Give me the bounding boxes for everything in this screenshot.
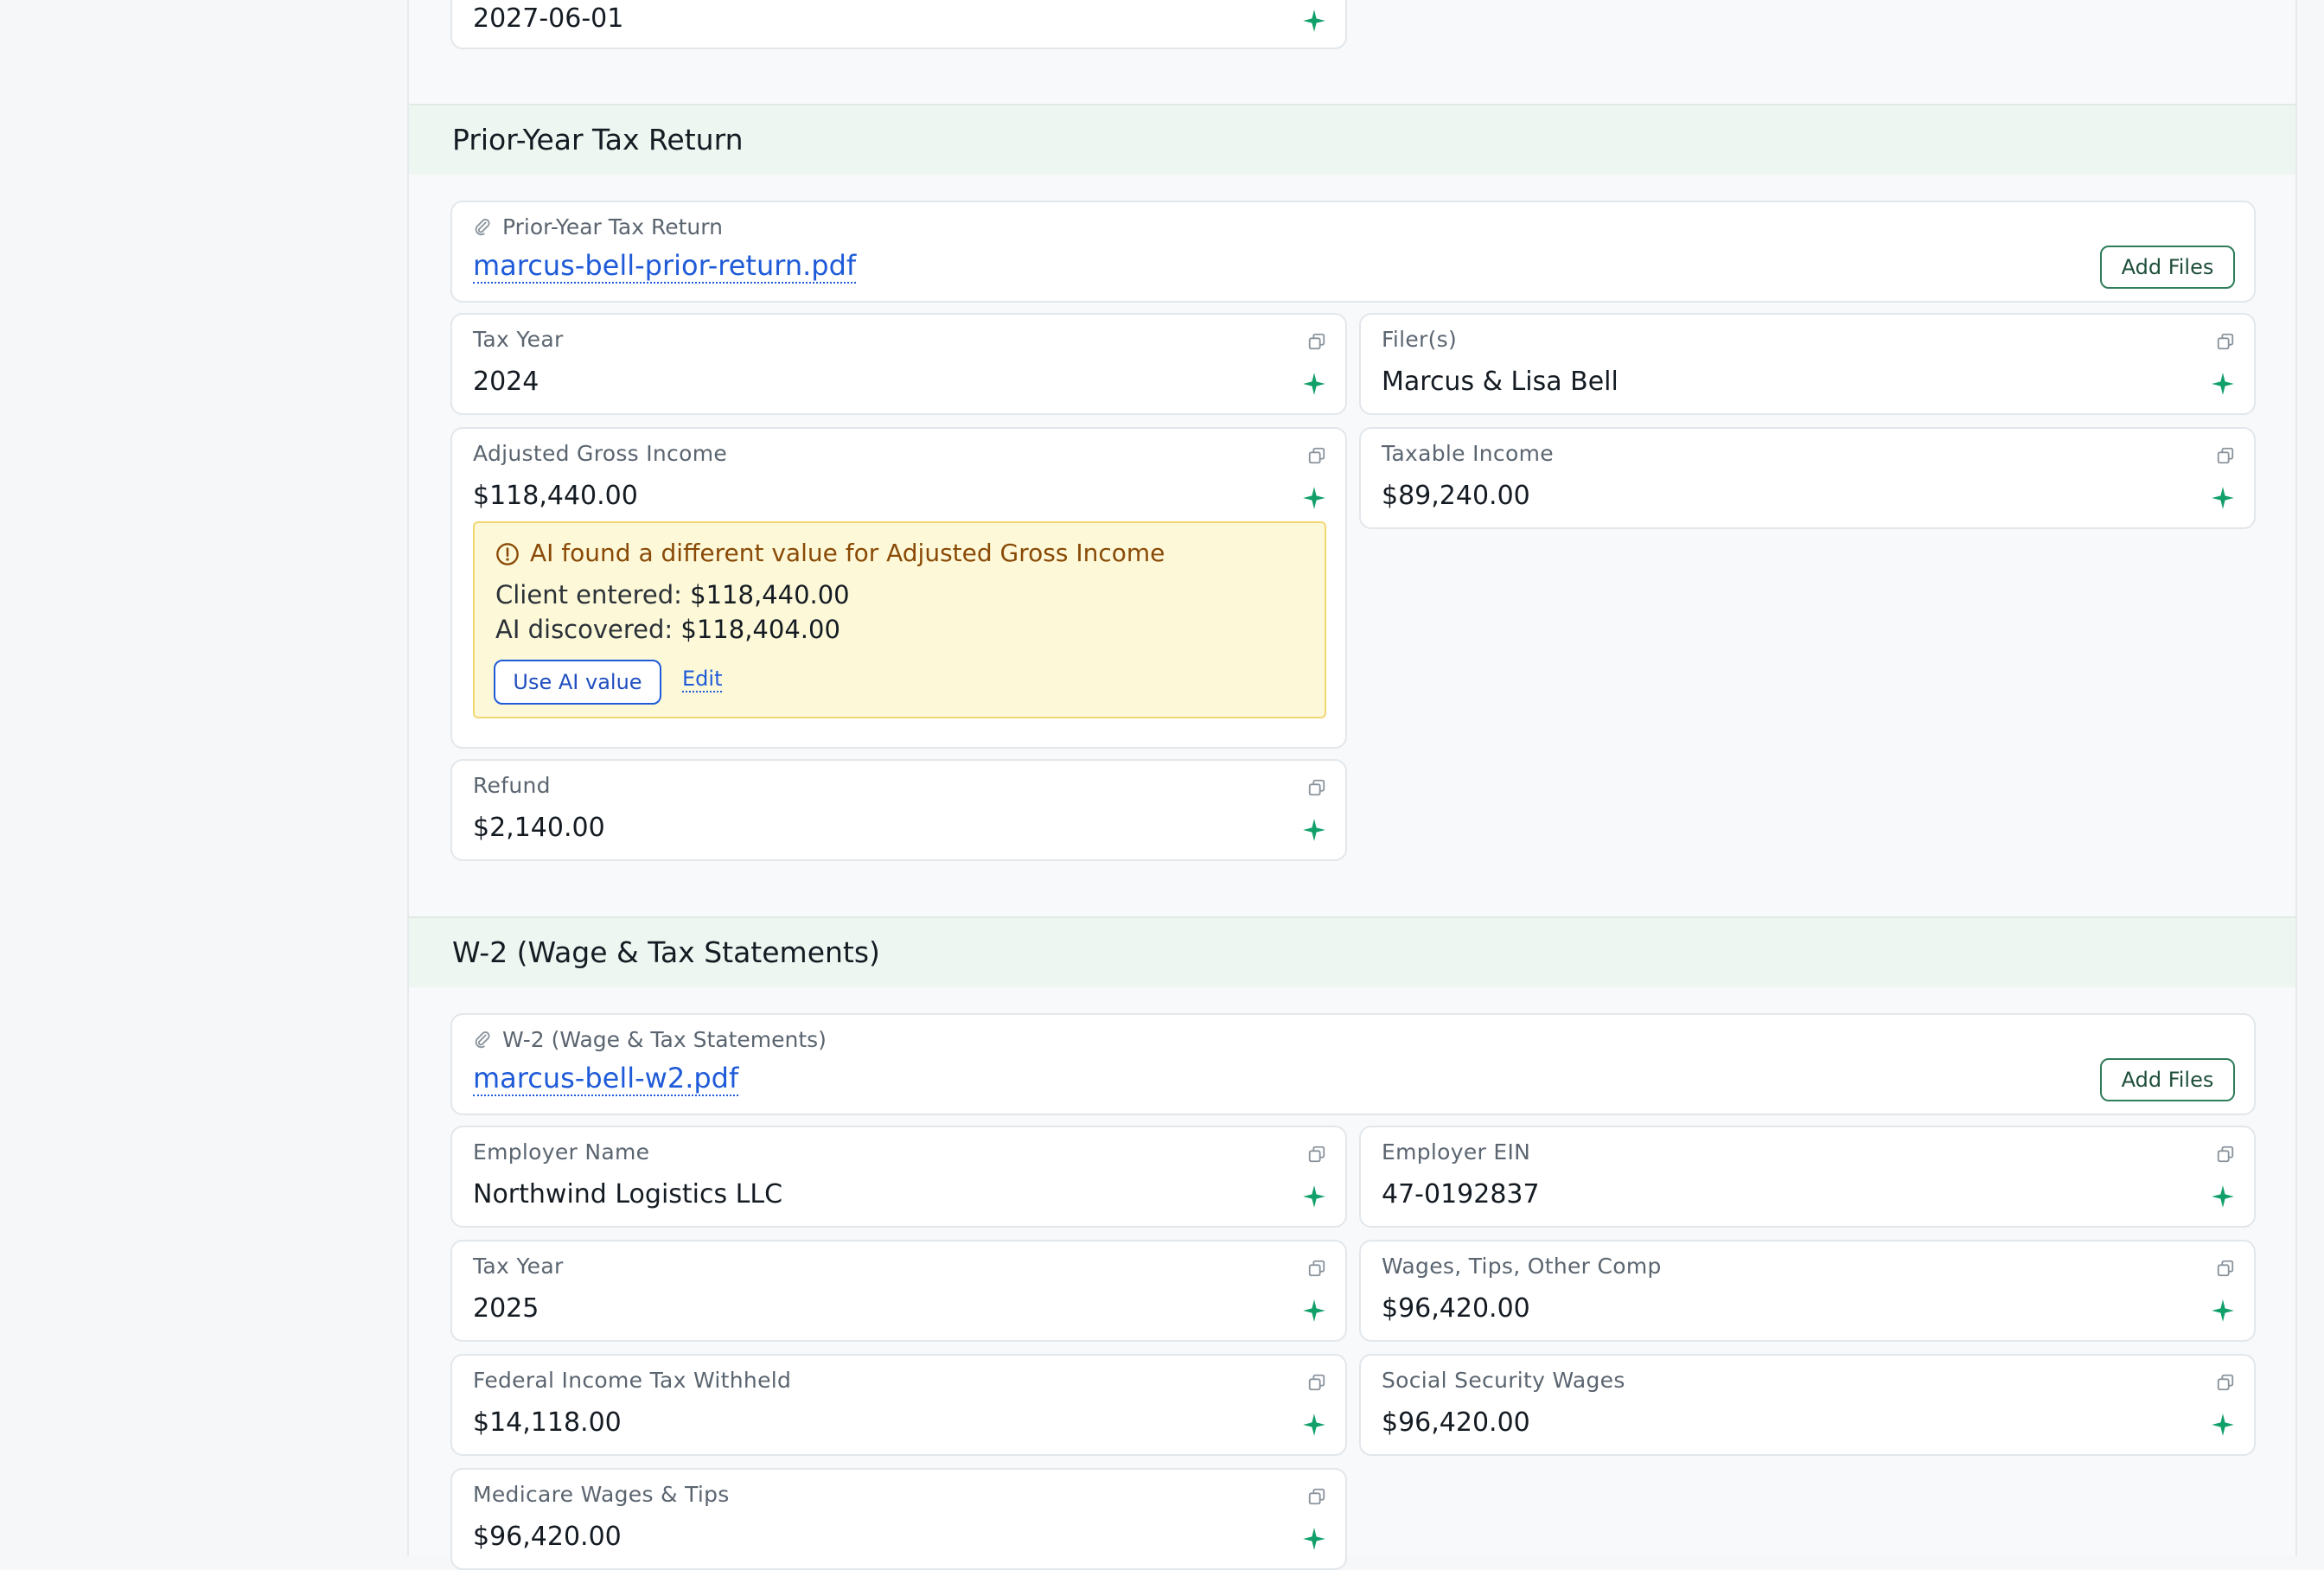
file-link[interactable]: marcus-bell-prior-return.pdf — [473, 249, 857, 284]
file-link[interactable]: marcus-bell-w2.pdf — [473, 1062, 739, 1096]
field-value[interactable]: $89,240.00 — [1382, 481, 1530, 511]
add-files-button[interactable]: Add Files — [2100, 246, 2235, 289]
ai-discovered-label: AI discovered: — [495, 615, 674, 644]
field-card-taxable-income: Taxable Income $89,240.00 — [1359, 427, 2256, 529]
copy-icon[interactable] — [1307, 446, 1326, 465]
sparkle-icon[interactable] — [1302, 486, 1326, 510]
copy-icon[interactable] — [2216, 446, 2235, 465]
field-value[interactable]: $2,140.00 — [473, 813, 605, 843]
copy-icon[interactable] — [2216, 332, 2235, 351]
field-card-agi: Adjusted Gross Income $118,440.00 AI fou… — [450, 427, 1347, 749]
field-value[interactable]: 2024 — [473, 367, 539, 397]
copy-icon[interactable] — [1307, 778, 1326, 797]
field-value[interactable]: $96,420.00 — [1382, 1407, 1530, 1438]
field-label: Adjusted Gross Income — [473, 441, 728, 466]
copy-icon[interactable] — [2216, 1145, 2235, 1164]
section-header-prior-year: Prior-Year Tax Return — [409, 104, 2295, 175]
file-upload-label: Prior-Year Tax Return — [502, 214, 723, 239]
sparkle-icon[interactable] — [2211, 486, 2235, 510]
field-card-medicare-wages: Medicare Wages & Tips $96,420.00 — [450, 1468, 1347, 1570]
section-header-w2: W-2 (Wage & Tax Statements) — [409, 916, 2295, 987]
field-label: Medicare Wages & Tips — [473, 1482, 730, 1507]
sparkle-icon[interactable] — [2211, 1413, 2235, 1437]
field-label: Employer Name — [473, 1139, 650, 1165]
paperclip-icon — [475, 1031, 490, 1049]
ai-discovered-line: AI discovered: $118,404.00 — [495, 615, 840, 644]
field-value[interactable]: $96,420.00 — [1382, 1293, 1530, 1324]
copy-icon[interactable] — [2216, 1373, 2235, 1392]
ai-discrepancy-alert: AI found a different value for Adjusted … — [473, 521, 1326, 718]
alert-title: AI found a different value for Adjusted … — [530, 539, 1165, 567]
field-value[interactable]: $96,420.00 — [473, 1522, 622, 1552]
left-sidebar-area — [0, 0, 409, 1556]
field-label: Refund — [473, 773, 551, 798]
field-value[interactable]: 2027-06-01 — [473, 3, 623, 34]
add-files-button[interactable]: Add Files — [2100, 1058, 2235, 1101]
sparkle-icon[interactable] — [1302, 818, 1326, 842]
field-label: Social Security Wages — [1382, 1368, 1625, 1393]
copy-icon[interactable] — [2216, 1259, 2235, 1278]
section-title: W-2 (Wage & Tax Statements) — [452, 935, 880, 969]
client-entered-label: Client entered: — [495, 580, 682, 609]
field-card-expiration: 2027-06-01 — [450, 0, 1347, 49]
sparkle-icon[interactable] — [2211, 372, 2235, 396]
field-label: Filer(s) — [1382, 327, 1458, 352]
section-title: Prior-Year Tax Return — [452, 123, 744, 156]
paperclip-icon — [475, 219, 490, 236]
sparkle-icon[interactable] — [1302, 1184, 1326, 1209]
field-card-filers: Filer(s) Marcus & Lisa Bell — [1359, 313, 2256, 415]
field-card-wages: Wages, Tips, Other Comp $96,420.00 — [1359, 1240, 2256, 1342]
alert-circle-icon — [496, 543, 519, 565]
field-label: Federal Income Tax Withheld — [473, 1368, 792, 1393]
field-value[interactable]: $14,118.00 — [473, 1407, 622, 1438]
field-card-ss-wages: Social Security Wages $96,420.00 — [1359, 1354, 2256, 1456]
sparkle-icon[interactable] — [1302, 1413, 1326, 1437]
field-label: Employer EIN — [1382, 1139, 1531, 1165]
copy-icon[interactable] — [1307, 1487, 1326, 1506]
field-label: Wages, Tips, Other Comp — [1382, 1254, 1662, 1279]
copy-icon[interactable] — [1307, 1373, 1326, 1392]
field-value[interactable]: Marcus & Lisa Bell — [1382, 367, 1618, 397]
field-value[interactable]: $118,440.00 — [473, 481, 638, 511]
use-ai-value-button[interactable]: Use AI value — [494, 660, 661, 705]
sparkle-icon[interactable] — [2211, 1184, 2235, 1209]
ai-discovered-value: $118,404.00 — [680, 615, 840, 644]
file-card-w2: W-2 (Wage & Tax Statements) marcus-bell-… — [450, 1013, 2256, 1115]
field-value[interactable]: Northwind Logistics LLC — [473, 1179, 782, 1209]
field-card-w2-tax-year: Tax Year 2025 — [450, 1240, 1347, 1342]
right-gutter — [2295, 0, 2324, 1556]
sparkle-icon[interactable] — [1302, 1299, 1326, 1323]
copy-icon[interactable] — [1307, 1259, 1326, 1278]
client-entered-value: $118,440.00 — [690, 580, 850, 609]
main-content: 2027-06-01 Prior-Year Tax Return Prior-Y… — [409, 0, 2295, 1570]
field-value[interactable]: 47-0192837 — [1382, 1179, 1540, 1209]
field-card-tax-year: Tax Year 2024 — [450, 313, 1347, 415]
sparkle-icon[interactable] — [2211, 1299, 2235, 1323]
sparkle-icon[interactable] — [1302, 1527, 1326, 1551]
client-entered-line: Client entered: $118,440.00 — [495, 580, 850, 609]
sparkle-icon[interactable] — [1302, 9, 1326, 33]
field-card-fed-withheld: Federal Income Tax Withheld $14,118.00 — [450, 1354, 1347, 1456]
file-upload-label: W-2 (Wage & Tax Statements) — [502, 1027, 827, 1052]
copy-icon[interactable] — [1307, 1145, 1326, 1164]
field-card-employer-name: Employer Name Northwind Logistics LLC — [450, 1126, 1347, 1228]
sparkle-icon[interactable] — [1302, 372, 1326, 396]
field-label: Tax Year — [473, 327, 564, 352]
edit-link[interactable]: Edit — [682, 667, 723, 692]
copy-icon[interactable] — [1307, 332, 1326, 351]
field-card-refund: Refund $2,140.00 — [450, 759, 1347, 861]
file-card-prior-year: Prior-Year Tax Return marcus-bell-prior-… — [450, 201, 2256, 303]
field-label: Tax Year — [473, 1254, 564, 1279]
field-card-employer-ein: Employer EIN 47-0192837 — [1359, 1126, 2256, 1228]
field-label: Taxable Income — [1382, 441, 1554, 466]
field-value[interactable]: 2025 — [473, 1293, 539, 1324]
